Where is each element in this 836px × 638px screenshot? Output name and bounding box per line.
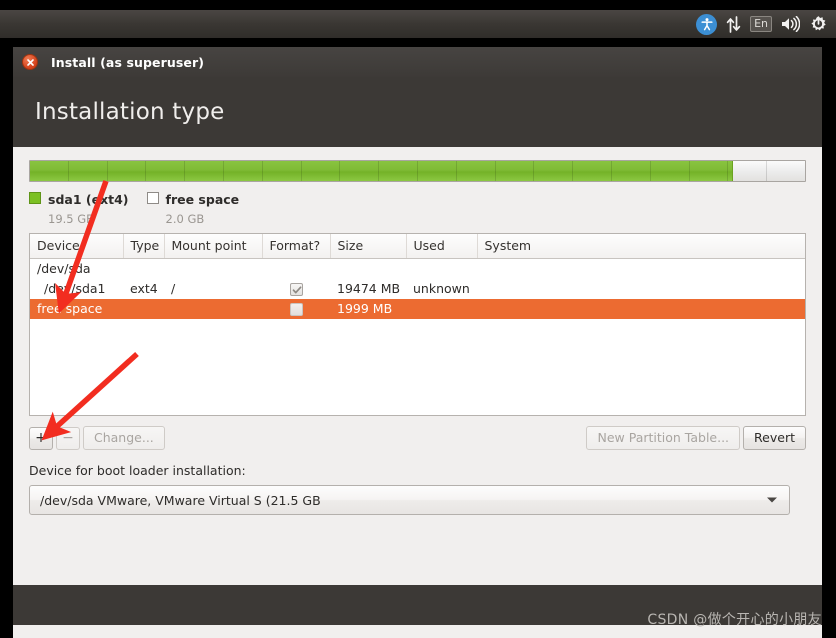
cell-type — [123, 259, 164, 280]
page-header: Installation type — [13, 77, 822, 147]
column-header-format[interactable]: Format? — [262, 234, 331, 259]
watermark-text: CSDN @做个开心的小朋友 — [647, 612, 822, 628]
system-settings-icon[interactable] — [809, 12, 828, 36]
cell-type: ext4 — [130, 281, 158, 296]
cell-used: unknown — [413, 281, 470, 296]
network-icon[interactable] — [726, 12, 741, 36]
top-system-panel: En — [0, 10, 836, 38]
usage-segment-free-space — [732, 161, 805, 181]
remove-partition-button[interactable]: − — [56, 426, 80, 450]
cell-size: 19474 MB — [337, 281, 401, 296]
usage-segment-sda1 — [30, 161, 733, 181]
table-header-row: Device Type Mount point Format? Size Use… — [30, 234, 805, 259]
format-checkbox[interactable] — [290, 283, 303, 296]
accessibility-icon-badge — [696, 13, 718, 35]
new-partition-table-button[interactable]: New Partition Table... — [586, 426, 741, 450]
cell-device: /dev/sda — [37, 261, 91, 276]
column-header-type[interactable]: Type — [123, 234, 165, 259]
cell-size — [330, 259, 406, 280]
legend-label: sda1 (ext4) — [48, 192, 129, 207]
disk-usage-bar — [29, 160, 806, 182]
window-titlebar: Install (as superuser) — [13, 47, 822, 77]
legend-label: free space — [165, 192, 240, 207]
cell-used — [406, 259, 477, 280]
cell-format — [262, 299, 330, 319]
cell-device: free space — [30, 299, 123, 319]
add-partition-button[interactable]: + — [29, 426, 53, 450]
keyboard-layout-label: En — [750, 16, 772, 32]
cell-used — [406, 299, 477, 319]
legend-size: 2.0 GB — [165, 212, 205, 226]
table-row[interactable]: /dev/sda — [30, 259, 805, 280]
partition-table[interactable]: Device Type Mount point Format? Size Use… — [29, 233, 806, 416]
cell-system — [477, 279, 805, 299]
table-row[interactable]: /dev/sda1 ext4 / 19474 MB unknown — [30, 279, 805, 299]
column-header-used[interactable]: Used — [406, 234, 478, 259]
table-row[interactable]: free space 1999 MB — [30, 299, 805, 319]
installer-content: sda1 (ext4) 19.5 GB free space 2.0 GB De… — [13, 160, 822, 638]
cell-size: 1999 MB — [330, 299, 406, 319]
installer-window: Install (as superuser) Installation type — [13, 47, 822, 638]
disk-usage-legend: sda1 (ext4) 19.5 GB free space 2.0 GB — [29, 189, 806, 227]
column-header-device[interactable]: Device — [30, 234, 124, 259]
cell-system — [477, 299, 805, 319]
page-title: Installation type — [35, 99, 225, 125]
legend-size: 19.5 GB — [48, 212, 95, 226]
change-partition-button[interactable]: Change... — [83, 426, 165, 450]
cell-system — [477, 259, 805, 280]
cell-format — [262, 279, 330, 299]
boot-loader-label: Device for boot loader installation: — [29, 463, 246, 478]
chevron-down-icon — [767, 497, 777, 503]
format-checkbox[interactable] — [290, 303, 303, 316]
column-header-system[interactable]: System — [477, 234, 805, 259]
legend-swatch-icon — [29, 192, 41, 204]
cell-device: /dev/sda1 — [44, 281, 106, 296]
partition-table-buttons: New Partition Table... Revert — [586, 426, 806, 450]
revert-button[interactable]: Revert — [743, 426, 806, 450]
keyboard-layout-indicator[interactable]: En — [750, 12, 772, 36]
close-icon[interactable] — [22, 54, 38, 70]
cell-mount-point — [164, 259, 262, 280]
legend-item-sda1: sda1 (ext4) 19.5 GB — [29, 189, 129, 227]
accessibility-icon[interactable] — [696, 12, 718, 36]
window-title: Install (as superuser) — [51, 54, 205, 70]
partition-edit-buttons: + − Change... — [29, 426, 165, 450]
volume-icon[interactable] — [781, 12, 800, 36]
cell-format — [262, 259, 330, 280]
boot-loader-device-select[interactable]: /dev/sda VMware, VMware Virtual S (21.5 … — [29, 485, 790, 515]
cell-mount-point: / — [171, 281, 176, 296]
partition-actions-row: + − Change... New Partition Table... Rev… — [29, 426, 806, 450]
legend-swatch-icon — [146, 192, 159, 204]
screen-root: En Install (as superuser) Installation t… — [0, 0, 836, 638]
cell-type — [123, 299, 164, 319]
cell-mount-point — [164, 299, 262, 319]
top-panel-indicator-area: En — [696, 10, 828, 38]
legend-item-free-space: free space 2.0 GB — [146, 189, 240, 227]
column-header-size[interactable]: Size — [330, 234, 407, 259]
boot-loader-selected-value: /dev/sda VMware, VMware Virtual S (21.5 … — [40, 492, 321, 508]
column-header-mount-point[interactable]: Mount point — [164, 234, 263, 259]
